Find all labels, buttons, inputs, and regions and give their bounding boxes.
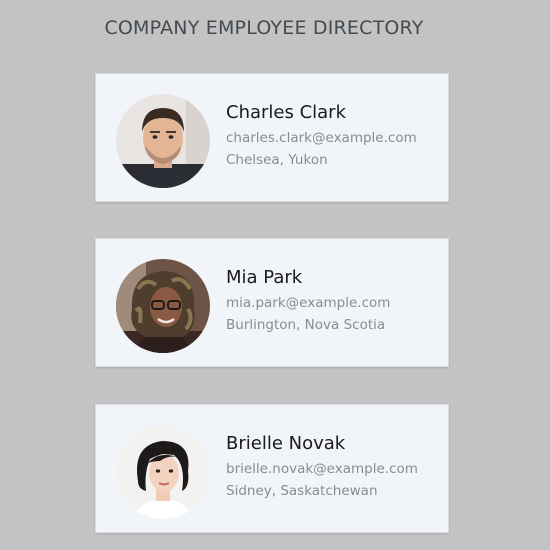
avatar-photo: [116, 425, 210, 519]
employee-location: Burlington, Nova Scotia: [226, 317, 386, 333]
avatar-photo: [116, 259, 210, 353]
employee-name: Charles Clark: [226, 102, 347, 123]
page-title: COMPANY EMPLOYEE DIRECTORY: [104, 17, 424, 39]
employee-email[interactable]: charles.clark@example.com: [226, 127, 446, 149]
employee-location: Chelsea, Yukon: [226, 152, 328, 168]
employee-email[interactable]: mia.park@example.com: [226, 292, 446, 314]
avatar: [116, 425, 210, 519]
employee-card[interactable]: Charles Clark charles.clark@example.com …: [95, 73, 449, 202]
avatar: [116, 94, 210, 188]
employee-card[interactable]: Brielle Novak brielle.novak@example.com …: [95, 404, 449, 533]
avatar-photo: [116, 94, 210, 188]
avatar: [116, 259, 210, 353]
employee-name: Mia Park: [226, 267, 303, 288]
employee-card[interactable]: Mia Park mia.park@example.com Burlington…: [95, 238, 449, 367]
employee-location: Sidney, Saskatchewan: [226, 483, 378, 499]
employee-name: Brielle Novak: [226, 433, 346, 454]
employee-email[interactable]: brielle.novak@example.com: [226, 458, 446, 480]
